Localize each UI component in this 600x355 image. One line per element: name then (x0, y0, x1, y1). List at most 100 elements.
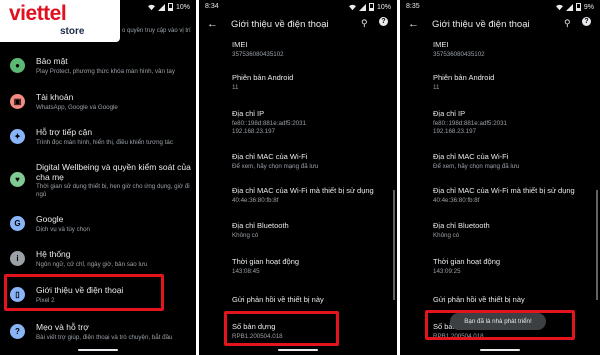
highlight-box (224, 311, 339, 346)
wifi-icon (555, 4, 563, 10)
info-row-bluetooth[interactable]: Địa chỉ Bluetooth Không có (433, 221, 593, 240)
item-subtitle: Bài viết trợ giúp, điện thoại và trò chu… (36, 334, 173, 341)
signal-icon (565, 3, 573, 11)
info-row-android-version[interactable]: Phiên bản Android 11 (232, 73, 392, 92)
gesture-nav-bar[interactable] (0, 347, 196, 355)
row-value-2: 192.168.23.197 (232, 128, 276, 135)
lock-icon: ● (10, 58, 25, 73)
back-arrow-icon[interactable]: ← (408, 18, 419, 30)
signal-icon (358, 3, 366, 11)
about-phone-developer-panel: 8:35 9% ← Giới thiệu về điện thoại ⚲ ? I… (400, 0, 600, 355)
row-label: Địa chỉ Bluetooth (433, 221, 490, 230)
row-value: Để xem, hãy chọn mạng đã lưu (433, 163, 520, 170)
row-label: Thời gian hoạt động (232, 257, 300, 266)
accessibility-icon: ✦ (10, 129, 25, 144)
row-value: 40:4e:36:80:fb:8f (232, 197, 279, 204)
developer-toast: Bạn đã là nhà phát triển! (450, 313, 546, 330)
app-bar: ← Giới thiệu về điện thoại ⚲ ? (199, 14, 397, 36)
row-label: Gửi phản hồi về thiết bị này (433, 295, 525, 304)
search-icon[interactable]: ⚲ (361, 18, 368, 29)
item-title: Digital Wellbeing và quyền kiểm soát của… (36, 162, 191, 182)
row-value: 357536080435102 (232, 51, 284, 58)
row-value: Không có (232, 232, 259, 239)
signal-icon (157, 3, 165, 11)
info-row-bluetooth[interactable]: Địa chỉ Bluetooth Không có (232, 221, 392, 240)
help-icon[interactable]: ? (582, 17, 591, 26)
home-pill[interactable] (278, 349, 318, 351)
scrollbar[interactable] (596, 190, 598, 300)
battery-icon (368, 3, 374, 11)
settings-item-tips[interactable]: ? Mẹo và hỗ trợ Bài viết trợ giúp, điện … (0, 316, 196, 350)
help-icon[interactable]: ? (379, 17, 388, 26)
info-row-ip-address[interactable]: Địa chỉ IP fe80::198d:881e:adf5:2031 192… (433, 109, 593, 136)
home-pill[interactable] (78, 349, 118, 351)
item-subtitle: Thời gian sử dụng thiết bị, hẹn giờ cho … (36, 183, 190, 198)
item-title: Google (36, 214, 64, 224)
clock: 8:35 (406, 3, 420, 10)
row-label: Gửi phản hồi về thiết bị này (232, 295, 324, 304)
system-icon: i (10, 251, 25, 266)
row-value: 11 (232, 84, 239, 91)
info-row-device-wifi-mac[interactable]: Địa chỉ MAC của Wi-Fi mà thiết bị sử dụn… (433, 186, 593, 205)
item-subtitle: Play Protect, phương thức khóa màn hình,… (36, 68, 175, 75)
info-row-imei[interactable]: IMEI 357536080435102 (433, 40, 593, 59)
logo-brand-text: viettel (9, 2, 67, 25)
help-icon: ? (10, 324, 25, 339)
item-title: Mẹo và hỗ trợ (36, 322, 89, 332)
battery-level: 10% (376, 3, 391, 11)
back-arrow-icon[interactable]: ← (207, 18, 218, 30)
info-row-imei[interactable]: IMEI 357536080435102 (232, 40, 392, 59)
info-row-send-feedback[interactable]: Gửi phản hồi về thiết bị này (433, 295, 593, 304)
item-subtitle: WhatsApp, Google và Google (36, 104, 118, 111)
info-row-wifi-mac[interactable]: Địa chỉ MAC của Wi-Fi Để xem, hãy chọn m… (433, 152, 593, 171)
item-title: Hệ thống (36, 249, 71, 259)
row-value: 143:08:45 (232, 268, 260, 275)
battery-icon (167, 3, 173, 11)
info-row-ip-address[interactable]: Địa chỉ IP fe80::198d:881e:adf5:2031 192… (232, 109, 392, 136)
wifi-icon (348, 4, 356, 10)
info-row-uptime[interactable]: Thời gian hoạt động 143:08:45 (232, 257, 392, 276)
settings-item-accounts[interactable]: ▣ Tài khoản WhatsApp, Google và Google (0, 86, 196, 120)
item-title: Hỗ trợ tiếp cận (36, 127, 93, 137)
wellbeing-icon: ♥ (10, 172, 25, 187)
item-subtitle: Trình đọc màn hình, hiển thị, điều khiển… (36, 139, 173, 146)
settings-item-accessibility[interactable]: ✦ Hỗ trợ tiếp cận Trình đọc màn hình, hi… (0, 121, 196, 155)
info-row-send-feedback[interactable]: Gửi phản hồi về thiết bị này (232, 295, 392, 304)
google-icon: G (10, 216, 25, 231)
row-label: Địa chỉ Bluetooth (232, 221, 289, 230)
settings-item-security[interactable]: ● Bảo mật Play Protect, phương thức khóa… (0, 50, 196, 84)
row-value: Không có (433, 232, 460, 239)
info-row-uptime[interactable]: Thời gian hoạt động 143:09:25 (433, 257, 593, 276)
location-permission-subtext: o quyền truy cập vào vị trí (122, 28, 191, 34)
search-icon[interactable]: ⚲ (564, 18, 571, 29)
row-value: 40:4e:36:80:fb:8f (433, 197, 480, 204)
info-row-device-wifi-mac[interactable]: Địa chỉ MAC của Wi-Fi mà thiết bị sử dụn… (232, 186, 392, 205)
settings-panel: 10% viettel store o quyền truy cập vào v… (0, 0, 196, 355)
scrollbar[interactable] (393, 190, 395, 300)
row-label: Địa chỉ MAC của Wi-Fi mà thiết bị sử dụn… (232, 186, 374, 195)
clock: 8:34 (205, 3, 219, 10)
wifi-icon (147, 4, 155, 10)
row-label: Địa chỉ IP (433, 109, 466, 118)
row-label: Phiên bản Android (232, 73, 294, 82)
row-label: Thời gian hoạt động (433, 257, 501, 266)
settings-item-system[interactable]: i Hệ thống Ngôn ngữ, cử chỉ, ngày giờ, b… (0, 243, 196, 277)
row-label: IMEI (232, 40, 248, 49)
info-row-wifi-mac[interactable]: Địa chỉ MAC của Wi-Fi Để xem, hãy chọn m… (232, 152, 392, 171)
row-value: fe80::198d:881e:adf5:2031 (433, 120, 507, 127)
info-row-android-version[interactable]: Phiên bản Android 11 (433, 73, 593, 92)
row-label: Địa chỉ IP (232, 109, 265, 118)
row-label: Địa chỉ MAC của Wi-Fi (433, 152, 509, 161)
row-value: fe80::198d:881e:adf5:2031 (232, 120, 306, 127)
row-value-2: 192.168.23.197 (433, 128, 477, 135)
page-title: Giới thiệu về điện thoại (231, 19, 329, 30)
home-pill[interactable] (480, 349, 520, 351)
row-value: Để xem, hãy chọn mạng đã lưu (232, 163, 319, 170)
settings-item-google[interactable]: G Google Dịch vụ và tùy chọn (0, 208, 196, 242)
gesture-nav-bar[interactable] (199, 347, 397, 355)
gesture-nav-bar[interactable] (400, 347, 600, 355)
row-label: Địa chỉ MAC của Wi-Fi mà thiết bị sử dụn… (433, 186, 575, 195)
row-value: 11 (433, 84, 440, 91)
app-bar: ← Giới thiệu về điện thoại ⚲ ? (400, 14, 600, 36)
settings-item-wellbeing[interactable]: ♥ Digital Wellbeing và quyền kiểm soát c… (0, 156, 196, 202)
